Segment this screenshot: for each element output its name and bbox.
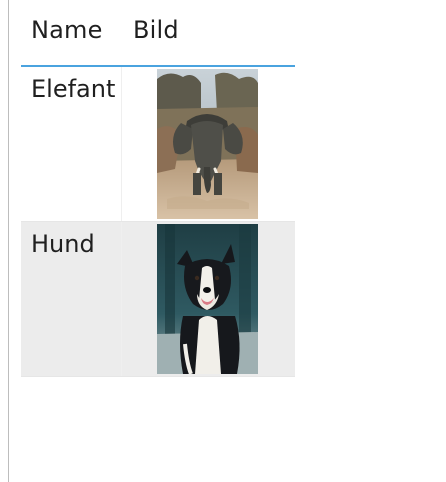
column-header-name[interactable]: Name [31, 14, 103, 46]
column-separator [121, 67, 122, 221]
cell-name: Hund [31, 230, 95, 258]
grid-header-row: Name Bild [21, 0, 295, 67]
table-row[interactable]: Elefant [21, 67, 295, 222]
dog-photo [157, 224, 258, 374]
elephant-photo [157, 69, 258, 219]
column-separator [121, 222, 122, 376]
column-header-bild[interactable]: Bild [133, 14, 179, 46]
window-left-border [8, 0, 9, 482]
data-grid[interactable]: Name Bild Elefant Hund [21, 0, 295, 377]
table-row[interactable]: Hund [21, 222, 295, 377]
cell-name: Elefant [31, 75, 116, 103]
